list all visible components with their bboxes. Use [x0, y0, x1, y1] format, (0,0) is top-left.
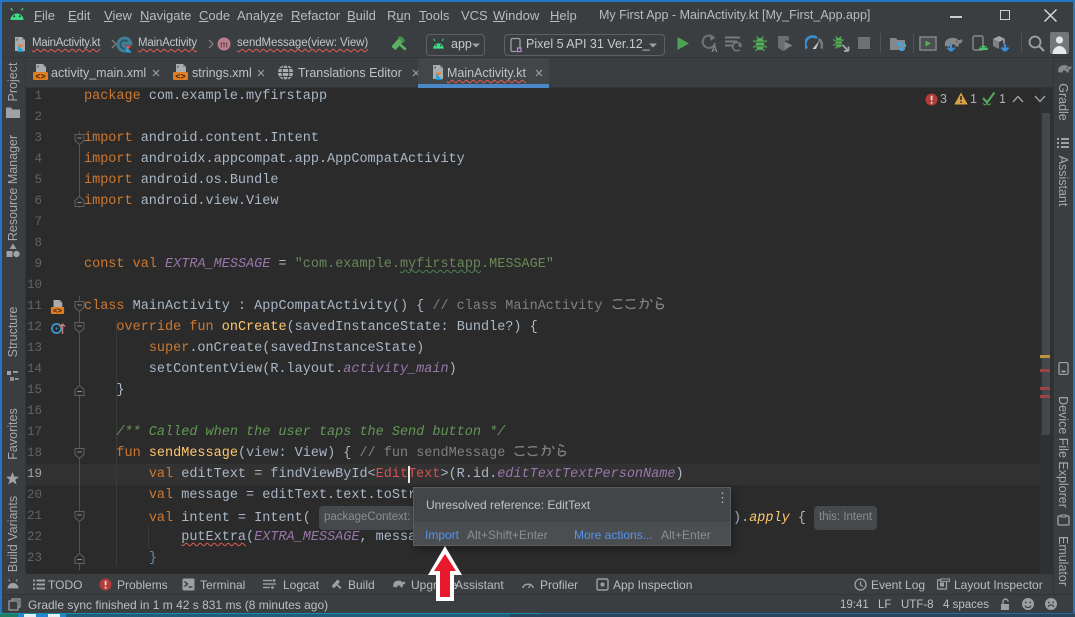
svg-text:<>: <> [175, 72, 185, 81]
svg-text:A: A [711, 44, 718, 53]
svg-text:<>: <> [35, 72, 45, 81]
svg-text:m: m [220, 40, 228, 50]
svg-text:<>: <> [53, 308, 63, 315]
